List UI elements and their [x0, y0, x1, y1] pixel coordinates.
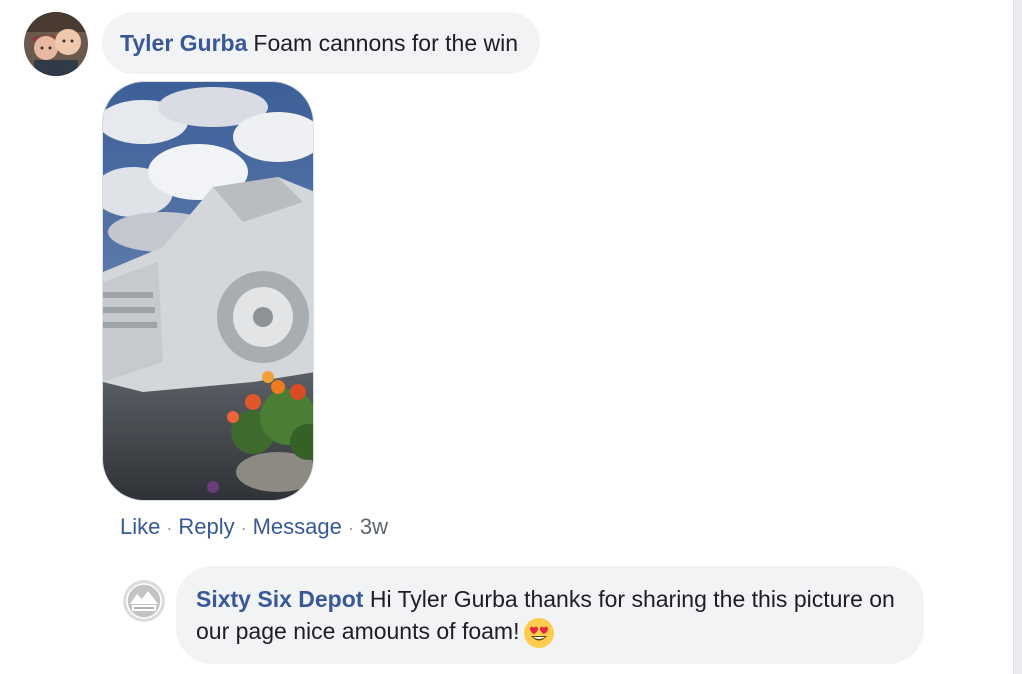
comment-author-link[interactable]: Tyler Gurba	[120, 30, 247, 57]
reply-avatar[interactable]	[123, 580, 165, 622]
comment-text: Foam cannons for the win	[253, 29, 519, 56]
reply-author-link[interactable]: Sixty Six Depot	[196, 586, 363, 612]
comment-photo-attachment[interactable]	[102, 81, 314, 501]
scrollbar-edge	[1013, 0, 1022, 674]
message-link[interactable]: Message	[253, 514, 342, 539]
comment-actions: Like · Reply · Message · 3w	[120, 514, 388, 540]
profile-photo-icon	[24, 12, 88, 76]
comment-bubble: Tyler Gurba Foam cannons for the win	[102, 12, 541, 74]
reply-link[interactable]: Reply	[178, 514, 234, 539]
like-link[interactable]: Like	[120, 514, 160, 539]
avatar[interactable]	[24, 12, 88, 76]
separator-dot: ·	[240, 518, 247, 538]
foam-truck-photo-icon	[103, 82, 313, 500]
smiling-face-with-heart-eyes-emoji-icon	[523, 617, 555, 649]
separator-dot: ·	[347, 518, 354, 538]
comment-timestamp[interactable]: 3w	[360, 514, 388, 539]
reply-bubble: Sixty Six Depot Hi Tyler Gurba thanks fo…	[176, 566, 924, 664]
separator-dot: ·	[166, 518, 173, 538]
sixty-six-depot-logo-icon	[123, 580, 165, 622]
